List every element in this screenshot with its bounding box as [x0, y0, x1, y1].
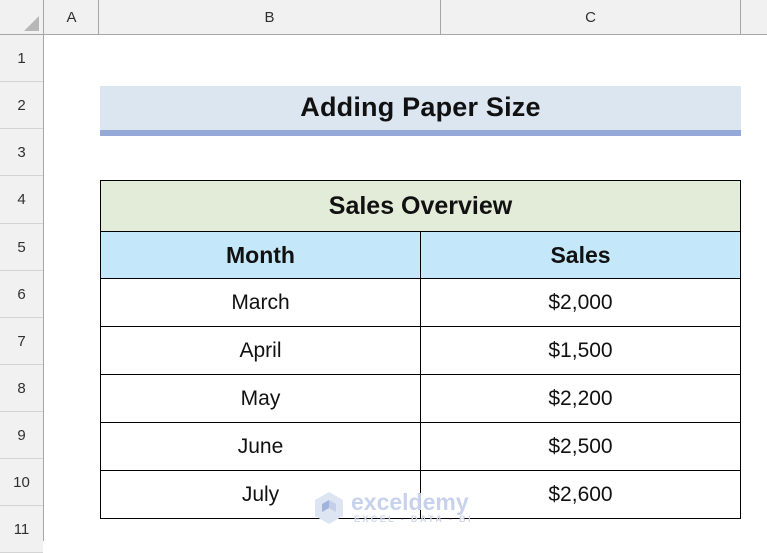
table-row: July $2,600: [100, 470, 741, 519]
column-header-b[interactable]: B: [99, 0, 441, 34]
select-all-corner[interactable]: [0, 0, 44, 34]
table-header-row: Month Sales: [100, 231, 741, 279]
cell-sales[interactable]: $2,200: [420, 374, 741, 423]
row-header-1-label: 1: [17, 49, 26, 67]
row-header-7[interactable]: 7: [0, 318, 43, 365]
table-row: March $2,000: [100, 278, 741, 327]
cell-month-value: April: [239, 338, 282, 362]
cell-month[interactable]: June: [100, 422, 421, 471]
row-header-9-label: 9: [17, 426, 26, 444]
cell-month[interactable]: July: [100, 470, 421, 519]
cell-month[interactable]: March: [100, 278, 421, 327]
cell-sales-value: $2,200: [548, 386, 613, 410]
row-header-7-label: 7: [17, 332, 26, 350]
column-header-a-label: A: [66, 8, 77, 26]
cell-month-value: July: [241, 482, 280, 506]
spreadsheet-grid: A B C 1 2 3 4 5 6 7 8 9 10 11 Adding Pap…: [0, 0, 767, 553]
cell-sales-value: $2,000: [548, 290, 613, 314]
row-header-8-label: 8: [17, 379, 26, 397]
select-all-triangle-icon: [24, 16, 39, 31]
cell-sales[interactable]: $2,600: [420, 470, 741, 519]
sales-table-title: Sales Overview: [328, 191, 513, 220]
row-header-strip: 1 2 3 4 5 6 7 8 9 10 11: [0, 35, 44, 553]
cell-sales[interactable]: $2,000: [420, 278, 741, 327]
row-header-5[interactable]: 5: [0, 224, 43, 271]
row-header-2-label: 2: [17, 96, 26, 114]
row-header-6[interactable]: 6: [0, 271, 43, 318]
column-header-month[interactable]: Month: [100, 231, 421, 279]
table-title-row: Sales Overview: [100, 180, 741, 232]
column-header-sales-label: Sales: [550, 241, 611, 268]
cell-month-value: March: [231, 290, 290, 314]
cell-month-value: June: [237, 434, 284, 458]
column-header-a[interactable]: A: [45, 0, 99, 34]
sales-table: Sales Overview Month Sales March $2,000: [100, 180, 741, 519]
cell-month[interactable]: April: [100, 326, 421, 375]
column-header-c-label: C: [585, 8, 596, 26]
cell-month-value: May: [240, 386, 281, 410]
cell-sales-value: $2,600: [548, 482, 613, 506]
table-row: April $1,500: [100, 326, 741, 375]
table-row: June $2,500: [100, 422, 741, 471]
row-header-11-label: 11: [13, 520, 30, 538]
row-header-3[interactable]: 3: [0, 129, 43, 176]
cell-sales[interactable]: $2,500: [420, 422, 741, 471]
row-header-11[interactable]: 11: [0, 506, 43, 553]
row-header-5-label: 5: [17, 238, 26, 256]
row-header-6-label: 6: [17, 285, 26, 303]
row-header-3-label: 3: [17, 143, 26, 161]
column-header-month-label: Month: [226, 241, 295, 268]
cell-sales[interactable]: $1,500: [420, 326, 741, 375]
column-header-b-label: B: [264, 8, 275, 26]
column-header-sales[interactable]: Sales: [420, 231, 741, 279]
page-title: Adding Paper Size: [300, 91, 541, 122]
row-header-8[interactable]: 8: [0, 365, 43, 412]
sales-table-title-cell[interactable]: Sales Overview: [100, 180, 741, 232]
cell-month[interactable]: May: [100, 374, 421, 423]
row-header-2[interactable]: 2: [0, 82, 43, 129]
row-header-10[interactable]: 10: [0, 459, 43, 506]
cell-sales-value: $1,500: [548, 338, 613, 362]
column-header-strip: A B C: [0, 0, 767, 35]
row-header-4[interactable]: 4: [0, 176, 43, 224]
cell-sales-value: $2,500: [548, 434, 613, 458]
row-header-10-label: 10: [13, 473, 30, 491]
sheet-title-banner[interactable]: Adding Paper Size: [100, 86, 741, 136]
column-header-c[interactable]: C: [441, 0, 741, 34]
table-row: May $2,200: [100, 374, 741, 423]
row-header-1[interactable]: 1: [0, 35, 43, 82]
row-header-4-label: 4: [17, 191, 26, 208]
row-header-9[interactable]: 9: [0, 412, 43, 459]
